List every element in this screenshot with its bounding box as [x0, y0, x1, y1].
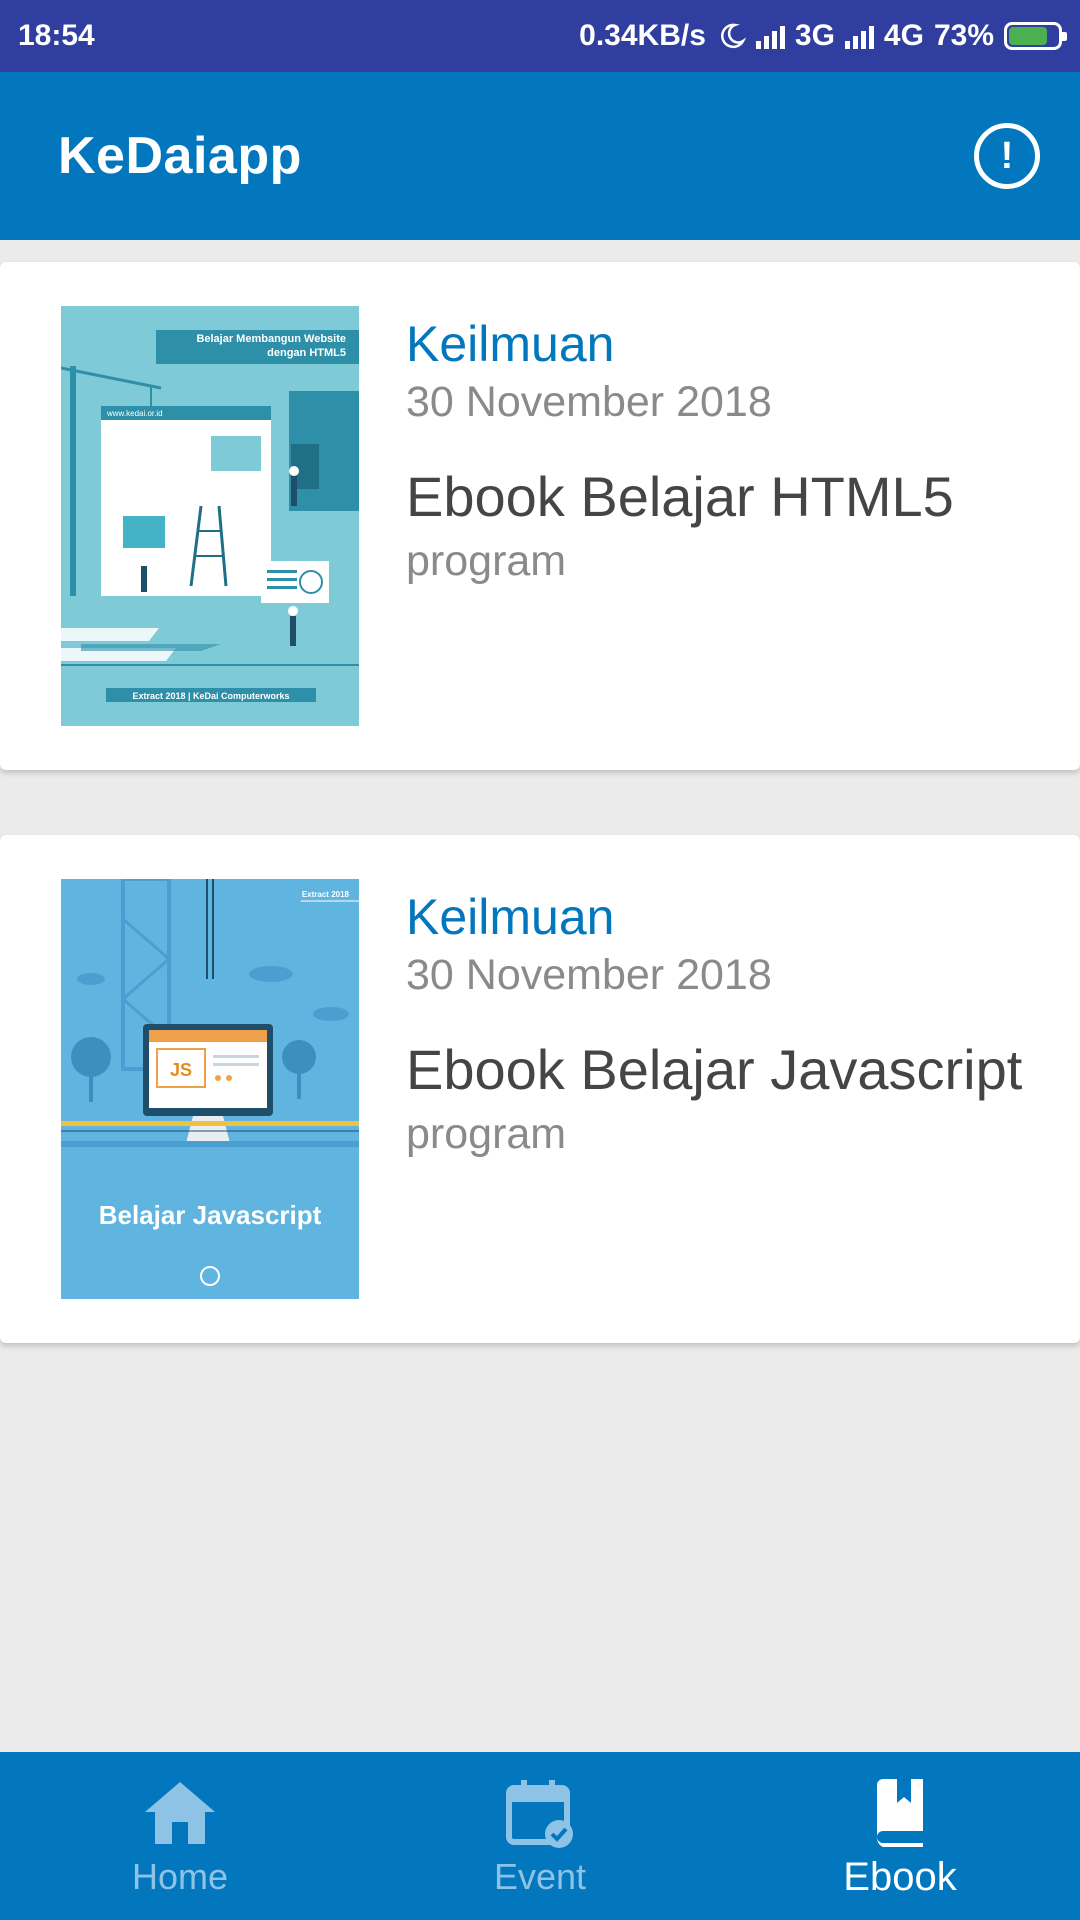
cover-footer: Extract 2018 | KeDai Computerworks [132, 691, 289, 701]
bottom-navigation: Home Event Ebook [0, 1752, 1080, 1920]
moon-icon [720, 23, 746, 49]
nav-ebook[interactable]: Ebook [720, 1752, 1080, 1920]
nav-home-label: Home [131, 1856, 229, 1897]
cover-tag: Extract 2018 [302, 890, 350, 899]
ebook-card[interactable]: Belajar Membangun Website dengan HTML5 w… [0, 262, 1080, 770]
cover-caption: Belajar Javascript [99, 1200, 322, 1230]
app-title: KeDaiapp [58, 127, 302, 185]
ebook-category: Keilmuan [406, 316, 615, 372]
ebook-date: 30 November 2018 [406, 378, 772, 426]
network-type-1: 3G [794, 19, 835, 52]
info-icon[interactable]: ! [974, 123, 1040, 189]
svg-text:www.kedai.or.id: www.kedai.or.id [106, 409, 163, 418]
battery-icon [1004, 22, 1067, 50]
signal-icon [844, 23, 874, 49]
network-speed: 0.34KB/s [579, 19, 706, 52]
cover-badge: JS [170, 1060, 192, 1080]
ebook-cover-html5: Belajar Membangun Website dengan HTML5 w… [61, 306, 359, 726]
app-bar: KeDaiapp ! [0, 72, 1080, 240]
nav-event[interactable]: Event [360, 1752, 720, 1920]
cover-header: Belajar Membangun Website [196, 333, 346, 345]
ebook-info: Keilmuan 30 November 2018 Ebook Belajar … [406, 314, 1060, 590]
battery-percent: 73% [933, 19, 994, 52]
ebook-title: Ebook Belajar HTML5 [406, 465, 954, 528]
book-icon [876, 1778, 923, 1847]
signal-icon [755, 23, 785, 49]
cover-header-line2: dengan HTML5 [267, 347, 346, 359]
ebook-date: 30 November 2018 [406, 951, 772, 999]
ebook-type: program [406, 1110, 567, 1158]
status-bar: 18:54 0.34KB/s 3G 4G 73% [0, 0, 1080, 72]
network-type-2: 4G [883, 19, 924, 52]
status-indicators: 0.34KB/s 3G 4G 73% [579, 19, 1067, 53]
ebook-category: Keilmuan [406, 889, 615, 945]
ebook-card[interactable]: Extract 2018 JS Belajar Javascript Keilm… [0, 835, 1080, 1343]
ebook-title: Ebook Belajar Javascript [406, 1038, 1023, 1101]
home-icon [145, 1782, 215, 1844]
status-time: 18:54 [18, 19, 95, 52]
nav-home[interactable]: Home [0, 1752, 360, 1920]
ebook-cover-javascript: Extract 2018 JS Belajar Javascript [61, 879, 359, 1299]
calendar-icon [506, 1780, 573, 1848]
nav-ebook-label: Ebook [843, 1854, 957, 1899]
nav-event-label: Event [493, 1856, 587, 1897]
ebook-type: program [406, 537, 567, 585]
ebook-info: Keilmuan 30 November 2018 Ebook Belajar … [406, 887, 1060, 1163]
